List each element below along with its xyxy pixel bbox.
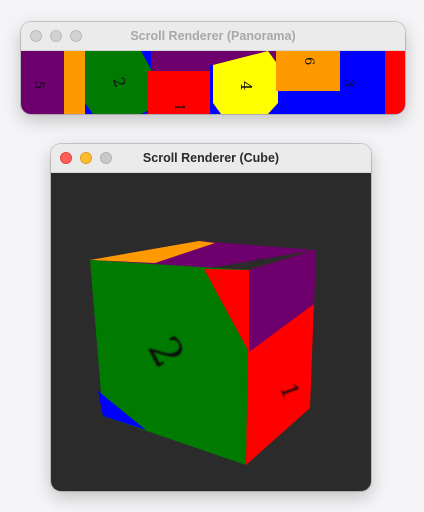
panorama-strip: 5 2 1 4 6 3: [21, 51, 405, 114]
strip-label-6: 6: [301, 57, 316, 65]
strip-purple-segment-top: [151, 51, 213, 71]
strip-label-3: 3: [341, 79, 356, 87]
cube-render: 5 1 2: [90, 241, 316, 465]
cube-window: Scroll Renderer (Cube) 5 1 2: [51, 144, 371, 491]
cube-viewport[interactable]: 5 1 2: [51, 173, 371, 491]
strip-red-edge: [385, 51, 405, 114]
strip-label-1: 1: [171, 103, 186, 111]
strip-label-4: 4: [237, 81, 255, 91]
strip-orange-segment: [64, 51, 85, 114]
cube-window-title: Scroll Renderer (Cube): [142, 151, 280, 165]
panorama-window-title: Scroll Renderer (Panorama): [130, 29, 296, 43]
cube-top-label: 5: [252, 257, 264, 264]
cube-titlebar[interactable]: Scroll Renderer (Cube): [51, 144, 371, 173]
strip-label-5: 5: [31, 81, 46, 89]
panorama-titlebar[interactable]: Scroll Renderer (Panorama): [21, 22, 405, 51]
panorama-window: Scroll Renderer (Panorama) 5 2 1 4 6 3: [21, 22, 405, 114]
panorama-viewport[interactable]: 5 2 1 4 6 3: [21, 51, 405, 114]
